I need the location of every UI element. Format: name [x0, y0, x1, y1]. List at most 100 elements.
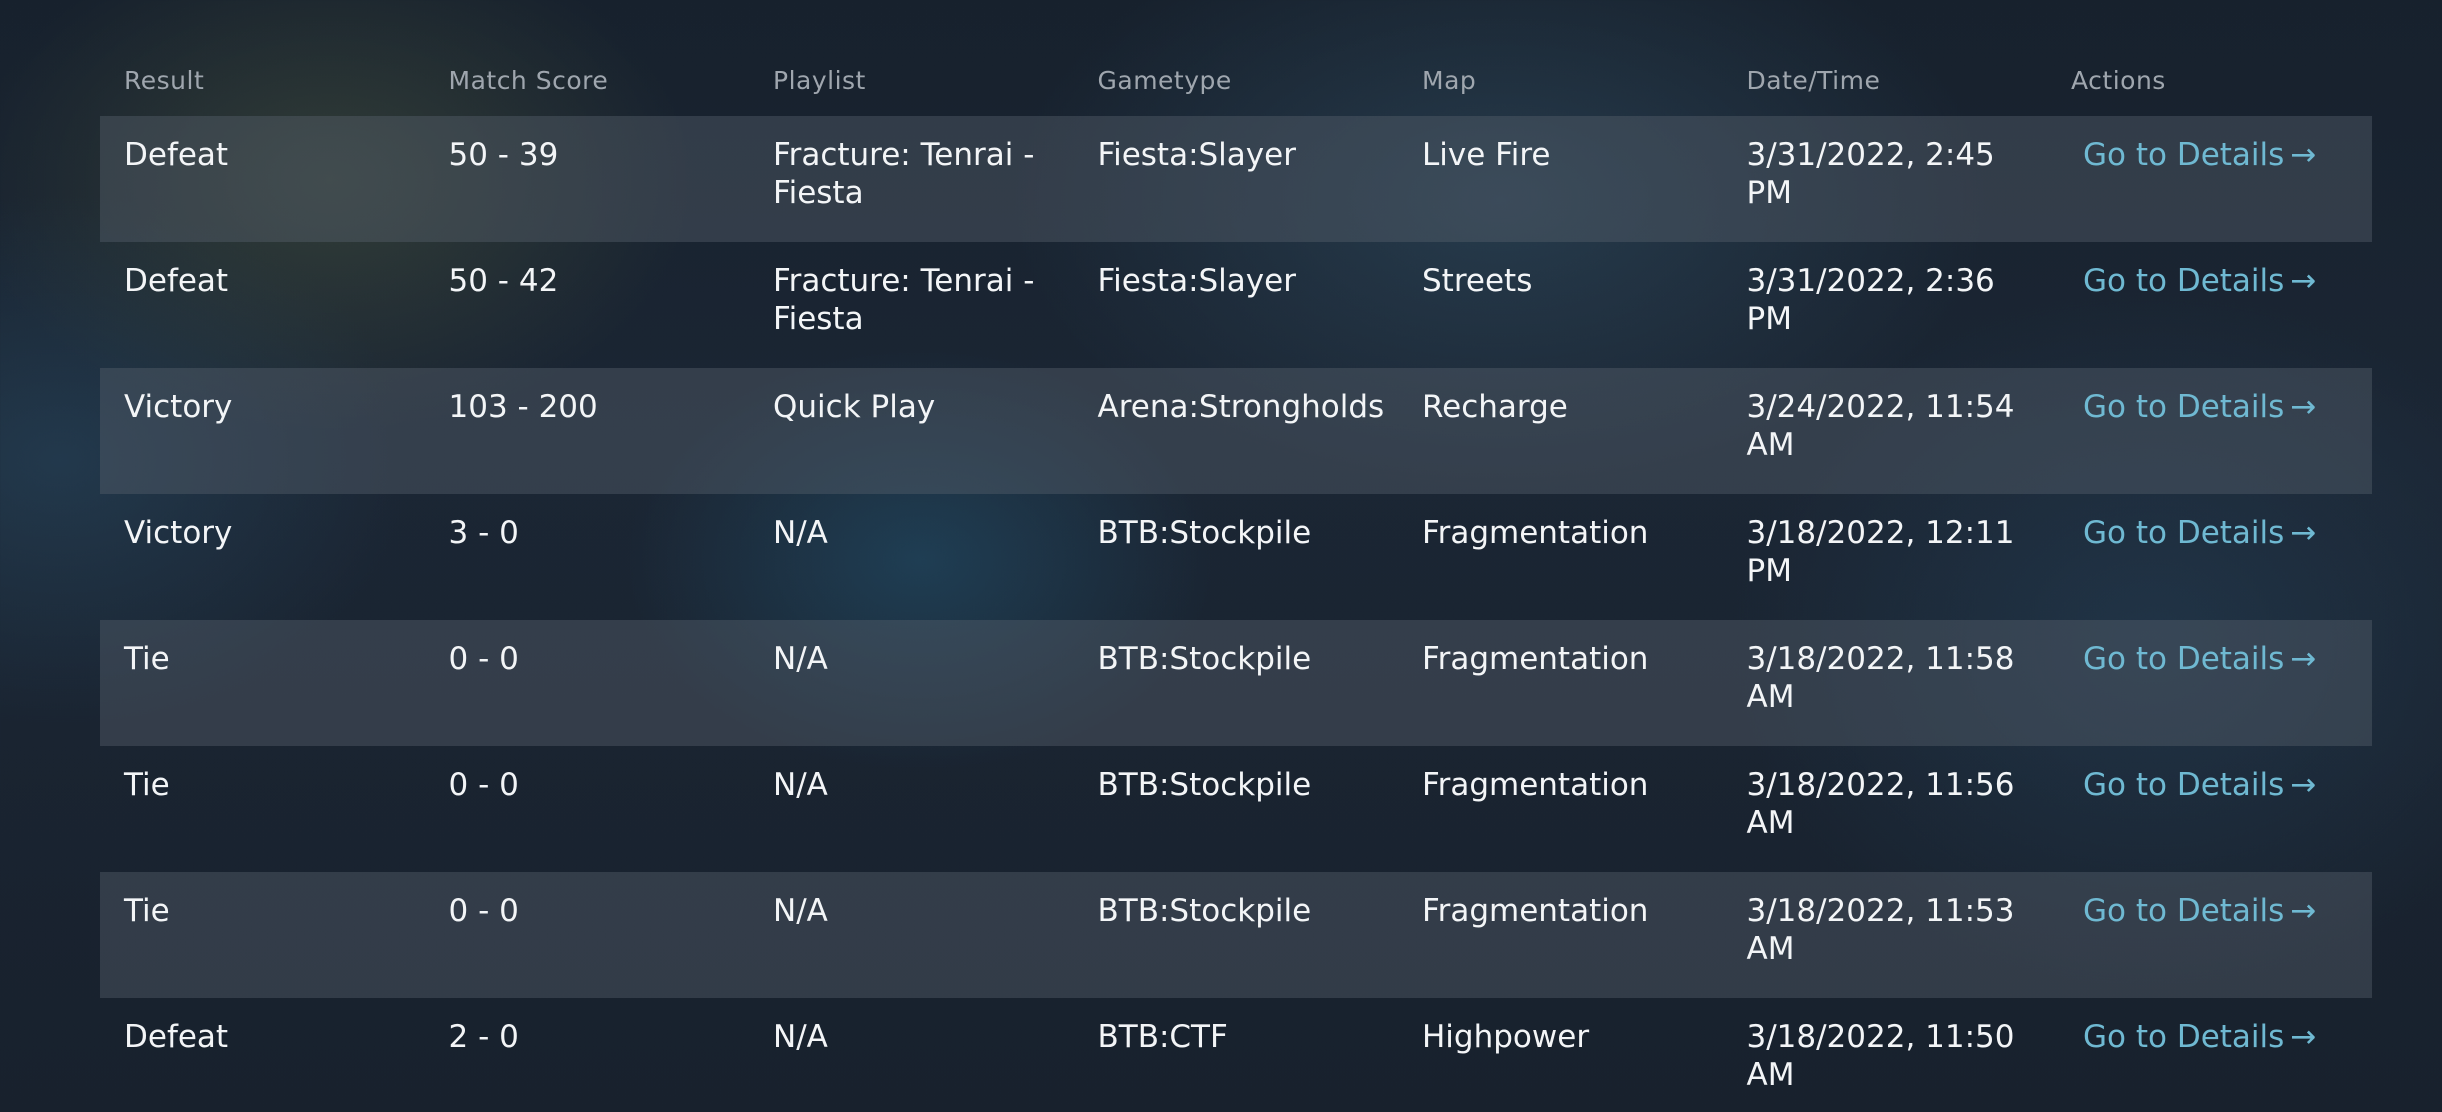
datetime-text: 3/18/2022, 11:50 AM: [1746, 1019, 2015, 1093]
result-text: Defeat: [124, 137, 229, 173]
score-cell: 50 - 39: [425, 116, 750, 242]
playlist-cell: N/A: [749, 746, 1074, 872]
gametype-cell: Fiesta:Slayer: [1074, 242, 1399, 368]
score-text: 50 - 39: [448, 137, 559, 173]
datetime-cell: 3/18/2022, 11:53 AM: [1723, 872, 2048, 998]
datetime-text: 3/31/2022, 2:45 PM: [1746, 137, 1995, 211]
go-to-details-label: Go to Details: [2083, 893, 2285, 929]
playlist-text: Fracture: Tenrai - Fiesta: [773, 137, 1035, 211]
gametype-cell: BTB:Stockpile: [1074, 620, 1399, 746]
go-to-details-link[interactable]: Go to Details →: [2071, 389, 2316, 425]
gametype-cell: BTB:Stockpile: [1074, 746, 1399, 872]
playlist-cell: N/A: [749, 620, 1074, 746]
map-text: Recharge: [1422, 389, 1568, 425]
playlist-text: N/A: [773, 893, 828, 929]
table-row: Tie 0 - 0 N/A BTB:Stockpile Fragmentatio…: [100, 620, 2372, 746]
gametype-text: Fiesta:Slayer: [1097, 137, 1296, 173]
table-row: Victory 3 - 0 N/A BTB:Stockpile Fragment…: [100, 494, 2372, 620]
score-cell: 2 - 0: [425, 998, 750, 1112]
datetime-text: 3/24/2022, 11:54 AM: [1746, 389, 2015, 463]
result-text: Tie: [124, 893, 170, 929]
go-to-details-link[interactable]: Go to Details →: [2071, 263, 2316, 299]
map-cell: Highpower: [1398, 998, 1723, 1112]
gametype-text: BTB:Stockpile: [1097, 893, 1312, 929]
result-text: Tie: [124, 767, 170, 803]
playlist-text: N/A: [773, 515, 828, 551]
result-cell: Tie: [100, 872, 425, 998]
match-history-table: Result Match Score Playlist Gametype Map…: [100, 68, 2372, 1112]
gametype-text: BTB:Stockpile: [1097, 767, 1312, 803]
map-cell: Live Fire: [1398, 116, 1723, 242]
result-text: Defeat: [124, 1019, 229, 1055]
arrow-right-icon: →: [2290, 767, 2317, 803]
playlist-cell: Fracture: Tenrai - Fiesta: [749, 116, 1074, 242]
table-row: Defeat 2 - 0 N/A BTB:CTF Highpower 3/18/…: [100, 998, 2372, 1112]
actions-cell: Go to Details →: [2047, 872, 2372, 998]
datetime-cell: 3/18/2022, 11:58 AM: [1723, 620, 2048, 746]
result-cell: Defeat: [100, 242, 425, 368]
column-header-datetime: Date/Time: [1746, 66, 1881, 95]
map-text: Fragmentation: [1422, 767, 1649, 803]
datetime-cell: 3/31/2022, 2:36 PM: [1723, 242, 2048, 368]
arrow-right-icon: →: [2290, 263, 2317, 299]
playlist-text: N/A: [773, 767, 828, 803]
actions-cell: Go to Details →: [2047, 116, 2372, 242]
go-to-details-link[interactable]: Go to Details →: [2071, 515, 2316, 551]
go-to-details-label: Go to Details: [2083, 767, 2285, 803]
gametype-text: Fiesta:Slayer: [1097, 263, 1296, 299]
playlist-cell: Quick Play: [749, 368, 1074, 494]
table-header-row: Result Match Score Playlist Gametype Map…: [100, 68, 2372, 116]
actions-cell: Go to Details →: [2047, 998, 2372, 1112]
score-cell: 0 - 0: [425, 620, 750, 746]
gametype-cell: BTB:Stockpile: [1074, 872, 1399, 998]
go-to-details-link[interactable]: Go to Details →: [2071, 641, 2316, 677]
arrow-right-icon: →: [2290, 1019, 2317, 1055]
actions-cell: Go to Details →: [2047, 242, 2372, 368]
result-cell: Tie: [100, 746, 425, 872]
datetime-cell: 3/18/2022, 12:11 PM: [1723, 494, 2048, 620]
map-cell: Fragmentation: [1398, 494, 1723, 620]
map-text: Highpower: [1422, 1019, 1590, 1055]
column-header-actions: Actions: [2071, 66, 2166, 95]
score-text: 50 - 42: [448, 263, 559, 299]
table-row: Victory 103 - 200 Quick Play Arena:Stron…: [100, 368, 2372, 494]
playlist-cell: Fracture: Tenrai - Fiesta: [749, 242, 1074, 368]
gametype-text: BTB:Stockpile: [1097, 641, 1312, 677]
arrow-right-icon: →: [2290, 137, 2317, 173]
go-to-details-link[interactable]: Go to Details →: [2071, 137, 2316, 173]
result-cell: Tie: [100, 620, 425, 746]
playlist-text: Quick Play: [773, 389, 936, 425]
table-row: Defeat 50 - 42 Fracture: Tenrai - Fiesta…: [100, 242, 2372, 368]
playlist-text: N/A: [773, 1019, 828, 1055]
result-text: Victory: [124, 389, 233, 425]
score-text: 2 - 0: [448, 1019, 519, 1055]
arrow-right-icon: →: [2290, 893, 2317, 929]
table-row: Tie 0 - 0 N/A BTB:Stockpile Fragmentatio…: [100, 872, 2372, 998]
map-cell: Streets: [1398, 242, 1723, 368]
score-cell: 0 - 0: [425, 872, 750, 998]
go-to-details-label: Go to Details: [2083, 263, 2285, 299]
score-text: 3 - 0: [448, 515, 519, 551]
go-to-details-link[interactable]: Go to Details →: [2071, 893, 2316, 929]
map-text: Fragmentation: [1422, 893, 1649, 929]
column-header-playlist: Playlist: [773, 66, 866, 95]
go-to-details-link[interactable]: Go to Details →: [2071, 1019, 2316, 1055]
go-to-details-link[interactable]: Go to Details →: [2071, 767, 2316, 803]
gametype-text: BTB:Stockpile: [1097, 515, 1312, 551]
gametype-text: BTB:CTF: [1097, 1019, 1228, 1055]
map-cell: Fragmentation: [1398, 620, 1723, 746]
actions-cell: Go to Details →: [2047, 746, 2372, 872]
score-text: 0 - 0: [448, 641, 519, 677]
column-header-match-score: Match Score: [448, 66, 609, 95]
datetime-text: 3/18/2022, 11:53 AM: [1746, 893, 2015, 967]
gametype-cell: BTB:Stockpile: [1074, 494, 1399, 620]
map-cell: Recharge: [1398, 368, 1723, 494]
column-header-result: Result: [124, 66, 205, 95]
score-text: 103 - 200: [448, 389, 598, 425]
datetime-cell: 3/18/2022, 11:56 AM: [1723, 746, 2048, 872]
go-to-details-label: Go to Details: [2083, 641, 2285, 677]
result-text: Defeat: [124, 263, 229, 299]
gametype-cell: Fiesta:Slayer: [1074, 116, 1399, 242]
score-cell: 0 - 0: [425, 746, 750, 872]
datetime-cell: 3/18/2022, 11:50 AM: [1723, 998, 2048, 1112]
